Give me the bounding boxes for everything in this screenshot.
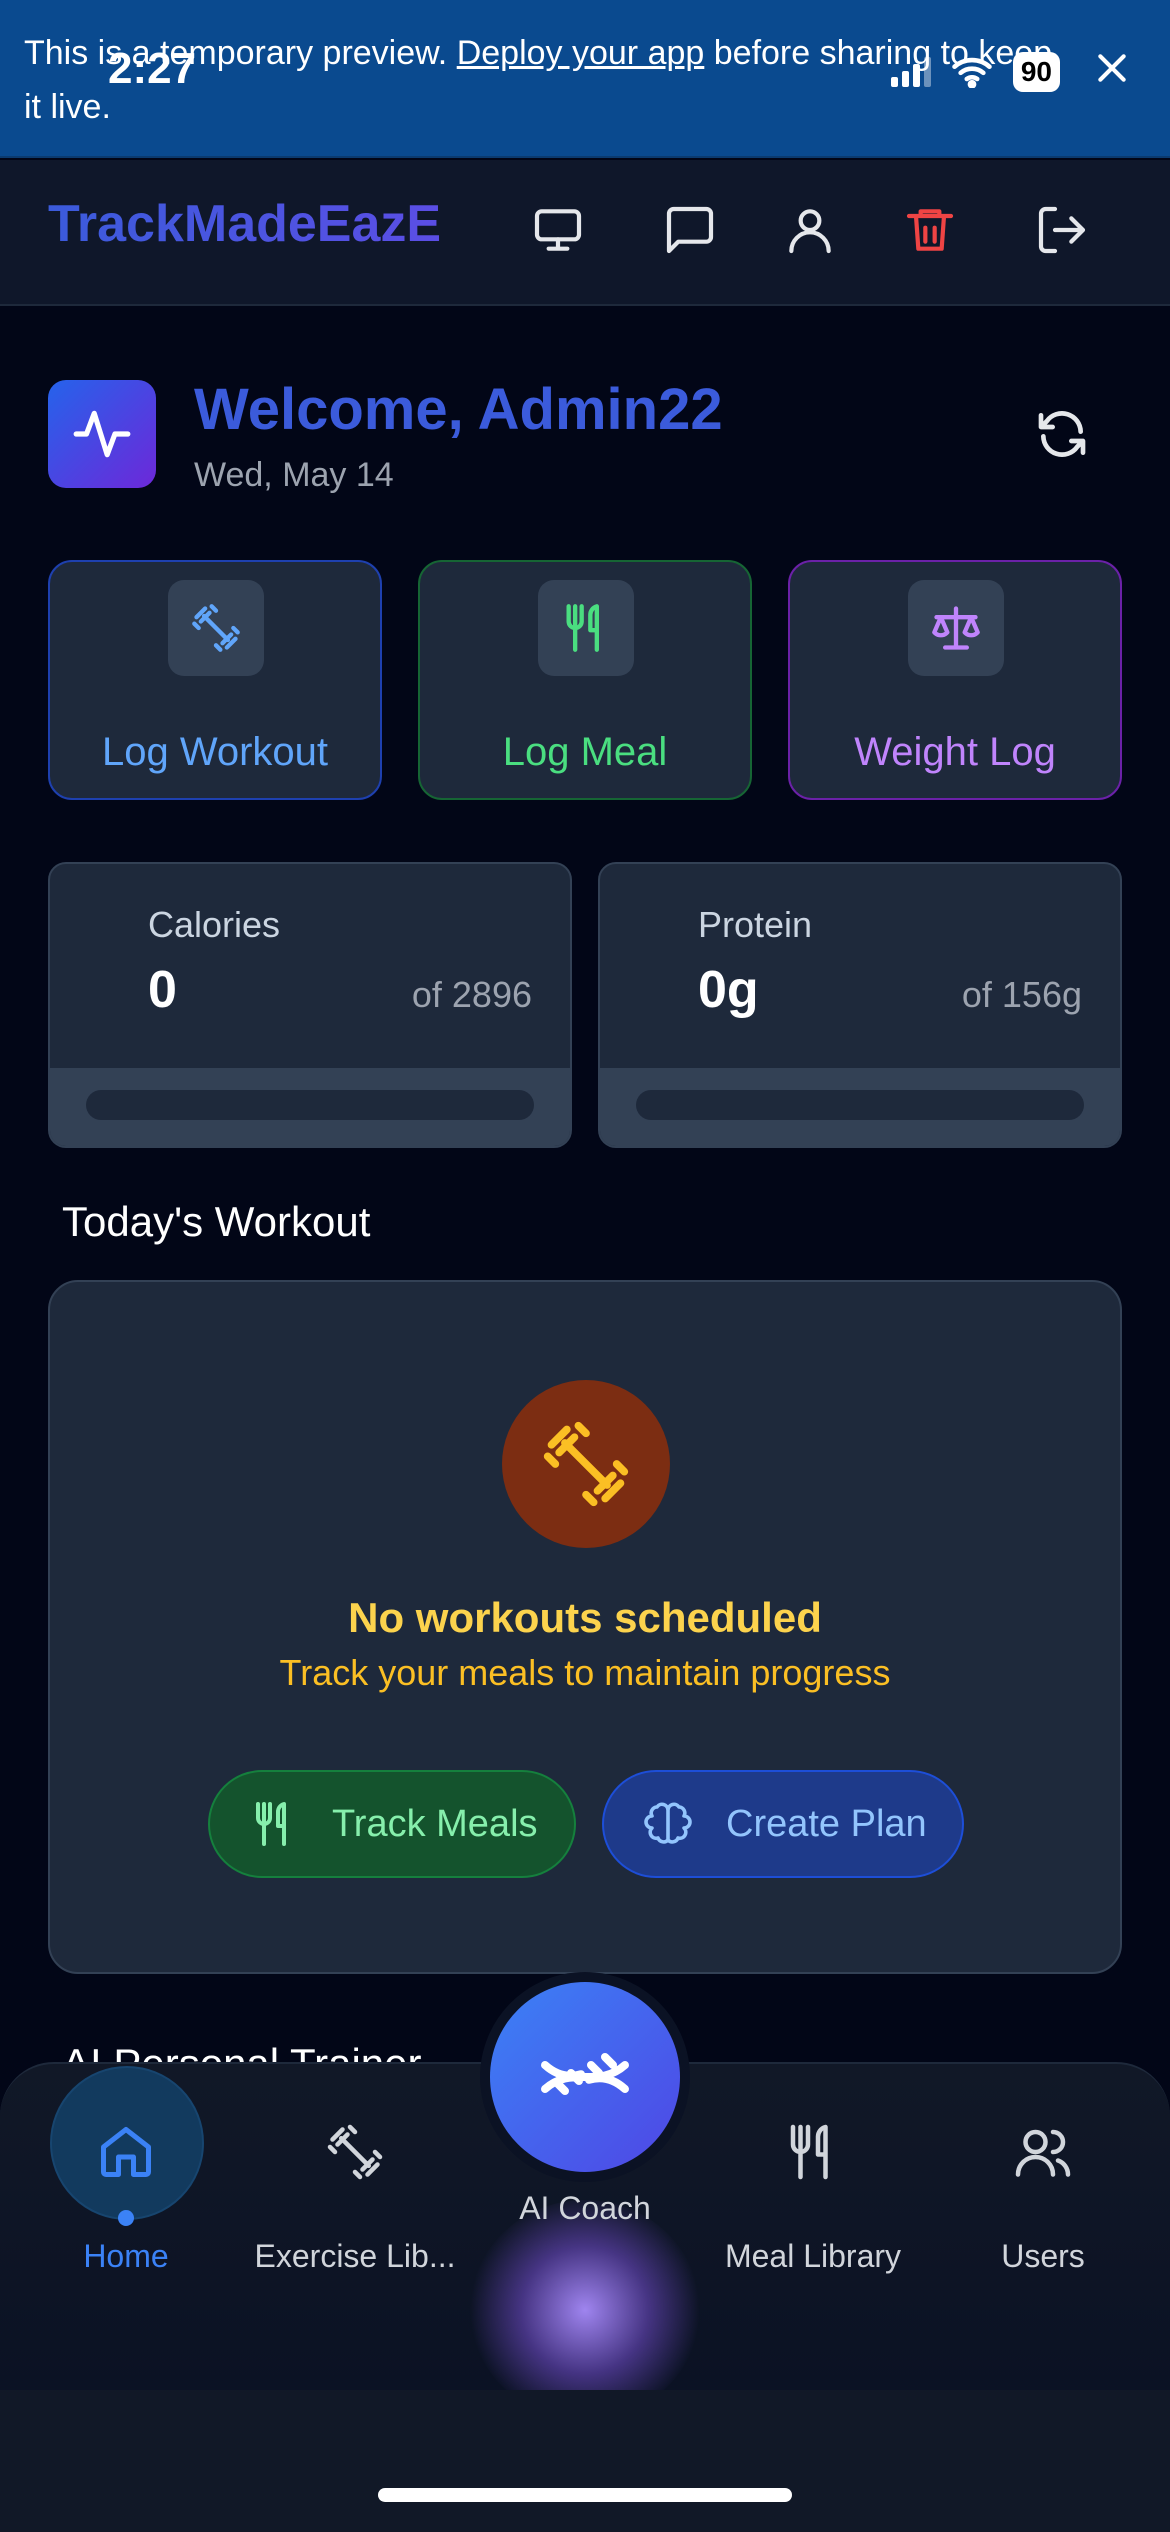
nav-meals-label: Meal Library [724,2238,902,2274]
create-plan-label: Create Plan [726,1802,927,1845]
log-workout-card[interactable]: Log Workout [48,560,382,800]
calories-card: Calories 0 of 2896 [48,862,572,1148]
user-icon[interactable] [782,202,838,258]
log-meal-card[interactable]: Log Meal [418,560,752,800]
dumbbell-icon [327,2124,383,2180]
trash-icon[interactable] [902,202,958,258]
weight-log-label: Weight Log [854,730,1056,774]
nav-users[interactable]: Users [928,2062,1158,2362]
activity-icon [73,410,131,458]
current-date: Wed, May 14 [194,456,394,494]
todays-workout-heading: Today's Workout [62,1198,371,1245]
nav-users-label: Users [1001,2238,1085,2274]
todays-workout-card: No workouts scheduled Track your meals t… [48,1280,1122,1974]
nav-home[interactable]: Home [11,2062,241,2362]
protein-title: Protein [698,904,813,945]
banner-text-before: This is a temporary preview. [24,34,457,72]
calories-progress-bar [86,1090,534,1120]
logout-icon[interactable] [1034,202,1090,258]
close-icon[interactable] [1092,48,1132,88]
brand-text: TrackMadeEazE [48,195,442,253]
chat-icon[interactable] [662,202,718,258]
protein-card: Protein 0g of 156g [598,862,1122,1148]
workout-empty-badge [502,1380,670,1548]
home-icon [101,2127,151,2177]
log-workout-label: Log Workout [101,730,329,774]
nav-exercise-label: Exercise Lib... [254,2238,456,2274]
dna-icon [541,2053,629,2095]
calories-progress-zone [50,1068,570,1146]
protein-progress-zone [600,1068,1120,1146]
brain-icon [644,1802,692,1844]
brand-title[interactable]: TrackMadeEazE [48,194,441,254]
empty-state-title: No workouts scheduled [348,1594,822,1641]
create-plan-button[interactable]: Create Plan [602,1770,964,1878]
status-icons: 90 [890,52,1060,92]
wifi-icon [952,57,992,88]
protein-value: 0g [698,961,759,1019]
signal-icon [890,57,931,87]
coach-glow [470,2200,700,2420]
utensils-icon [790,2124,828,2180]
calories-target: of 2896 [411,974,532,1015]
system-bottom-area [0,2390,1170,2532]
log-meal-label: Log Meal [502,730,668,774]
nav-ai-coach-label: AI Coach [519,2190,651,2226]
empty-state-subtitle: Track your meals to maintain progress [279,1652,891,1693]
calories-title: Calories [148,904,281,945]
status-time: 2:27 [108,44,197,93]
dumbbell-icon [168,580,264,676]
scale-icon [908,580,1004,676]
track-meals-button[interactable]: Track Meals [208,1770,576,1878]
track-meals-label: Track Meals [332,1802,538,1845]
weight-log-card[interactable]: Weight Log [788,560,1122,800]
dumbbell-icon [543,1421,629,1507]
app-header: TrackMadeEazE [0,160,1170,306]
utensils-icon [256,1802,286,1846]
monitor-icon[interactable] [530,202,586,258]
nav-home-label: Home [83,2238,169,2274]
protein-target: of 156g [961,974,1082,1015]
users-icon [1015,2129,1071,2177]
utensils-icon [538,580,634,676]
welcome-title: Welcome, Admin22 [194,377,723,442]
ai-coach-button[interactable] [490,1982,680,2172]
calories-value: 0 [148,961,177,1019]
activity-avatar [48,380,156,488]
refresh-icon[interactable] [1034,406,1090,462]
battery-indicator: 90 [1012,52,1060,92]
home-indicator[interactable] [378,2488,792,2502]
protein-progress-bar [636,1090,1084,1120]
deploy-app-link[interactable]: Deploy your app [457,34,705,72]
